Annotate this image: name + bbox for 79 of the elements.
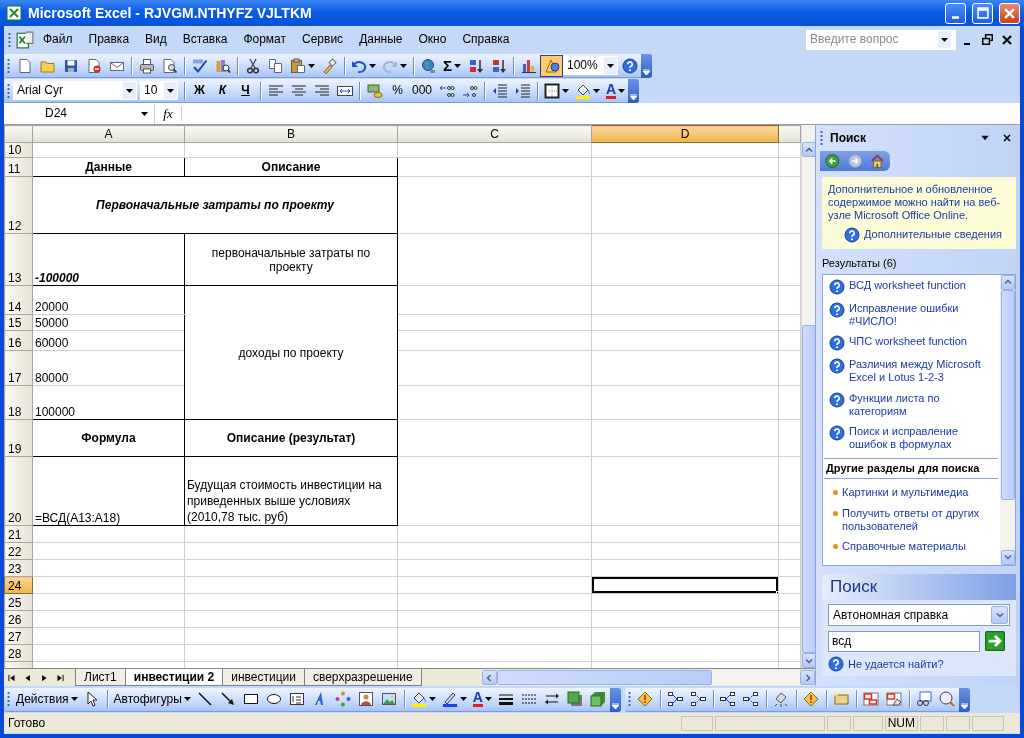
column-header[interactable]: C [397,125,592,143]
result-link[interactable]: ЧПС worksheet function [849,335,967,349]
percent-button[interactable]: % [386,79,409,102]
table-cell: 20000 [32,285,185,315]
help-link[interactable]: Не удается найти? [848,657,944,671]
sheet-tab[interactable]: инвестиции [222,669,305,686]
info-text: Дополнительное и обновленное содержимое можно найти на веб-узле Microsoft Office Online. [828,183,1002,223]
table-cell: Описание [184,157,398,177]
search-field[interactable]: всд [828,630,980,652]
menu-item[interactable]: Вид [138,30,174,49]
result-link[interactable]: Поиск и исправление ошибок в формулах [849,424,987,452]
zoom-field[interactable]: 100% [563,56,618,75]
topic-link[interactable]: Картинки и мультимедиа [842,486,969,500]
row-header[interactable]: 19 [4,419,33,457]
font-color-label: A [472,691,483,707]
section-heading: Другие разделы для поиска [824,458,998,480]
bold-button[interactable]: Ж [188,79,211,102]
results-label: Результаты (6) [821,255,898,271]
autoshapes-menu-button[interactable]: Автофигуры [110,688,194,710]
row-header[interactable]: 20 [4,456,33,526]
topic-link[interactable]: Справочные материалы [842,540,966,554]
table-cell: Описание (результат) [184,419,398,457]
scope-value: Автономная справка [833,608,949,623]
table-cell: Первоначальные затраты по проекту [32,176,398,234]
row-header[interactable]: 18 [4,385,33,420]
name-box-value: D24 [45,106,67,121]
table-cell: =ВСД(A13:A18) [32,456,185,526]
status-text: Готово [8,715,47,731]
sheet-tab[interactable]: Лист1 [75,669,126,686]
more-info-link[interactable]: Дополнительные сведения [864,228,1002,242]
row-header[interactable]: 14 [4,285,33,315]
table-cell: Данные [32,157,185,177]
result-link[interactable]: Исправление ошибки #ЧИСЛО! [849,301,987,329]
menu-item[interactable]: Правка [81,30,137,49]
menu-item[interactable]: Файл [36,30,80,49]
font-size-value: 10 [144,83,158,98]
result-link[interactable]: ВСД worksheet function [849,278,966,292]
table-cell: первоначальные затраты по проекту [184,233,398,286]
window-title: Microsoft Excel - RJVGM.NTHYFZ VJLTKM [28,4,313,22]
sheet-tab[interactable]: инвестиции 2 [124,669,224,686]
search-heading: Поиск [822,573,1016,601]
scope-dropdown[interactable]: Автономная справка [828,604,1010,627]
menu-item[interactable]: Сервис [295,30,351,49]
result-link[interactable]: Функции листа по категориям [849,391,987,418]
menu-item[interactable]: Формат [236,30,294,49]
autosum-button[interactable]: Σ [440,54,464,77]
font-color-button[interactable]: A [469,688,495,710]
zoom-value: 100% [567,58,598,73]
row-header[interactable]: 12 [4,176,33,234]
menu-item[interactable]: Справка [455,30,517,49]
actions-menu-button[interactable]: Действия [13,688,81,710]
font-size-field[interactable]: 10 [140,81,178,100]
row-header[interactable]: 13 [4,233,33,286]
table-cell: Будущая стоимость инвестиции на приведенных выше условиях (2010,78 тыс. руб) [184,456,398,526]
row-header[interactable]: 17 [4,350,33,386]
font-value: Arial Cyr [17,83,63,98]
topic-link[interactable]: Получить ответы от других пользователей [842,506,980,534]
row-header[interactable]: 16 [4,330,33,351]
sheet-tab[interactable]: сверхразрешение [303,669,422,686]
font-field[interactable]: Arial Cyr [13,81,137,100]
menu-item[interactable]: Данные [352,30,410,49]
underline-button[interactable]: Ч [234,79,257,102]
column-header[interactable]: D [591,125,779,143]
thousands-button[interactable]: 000 [409,79,436,102]
result-link[interactable]: Различия между Microsoft Excel и Lotus 1-2-3 [849,358,987,385]
question-field[interactable]: Введите вопрос [806,29,956,50]
menu-item[interactable]: Вставка [175,30,235,49]
italic-button[interactable]: К [211,79,234,102]
num-lock-indicator: NUM [884,715,918,731]
column-header[interactable]: B [184,125,398,143]
font-color-label: A [606,82,617,99]
table-cell: Формула [32,419,185,457]
pane-title: Поиск [830,131,867,146]
menu-item[interactable]: Окно [411,30,454,49]
font-color-button[interactable]: A [603,79,629,102]
insert-function-button[interactable]: fx [155,105,182,122]
table-cell: -100000 [32,233,185,286]
table-cell: доходы по проекту [184,285,398,420]
column-header[interactable]: A [32,125,185,143]
